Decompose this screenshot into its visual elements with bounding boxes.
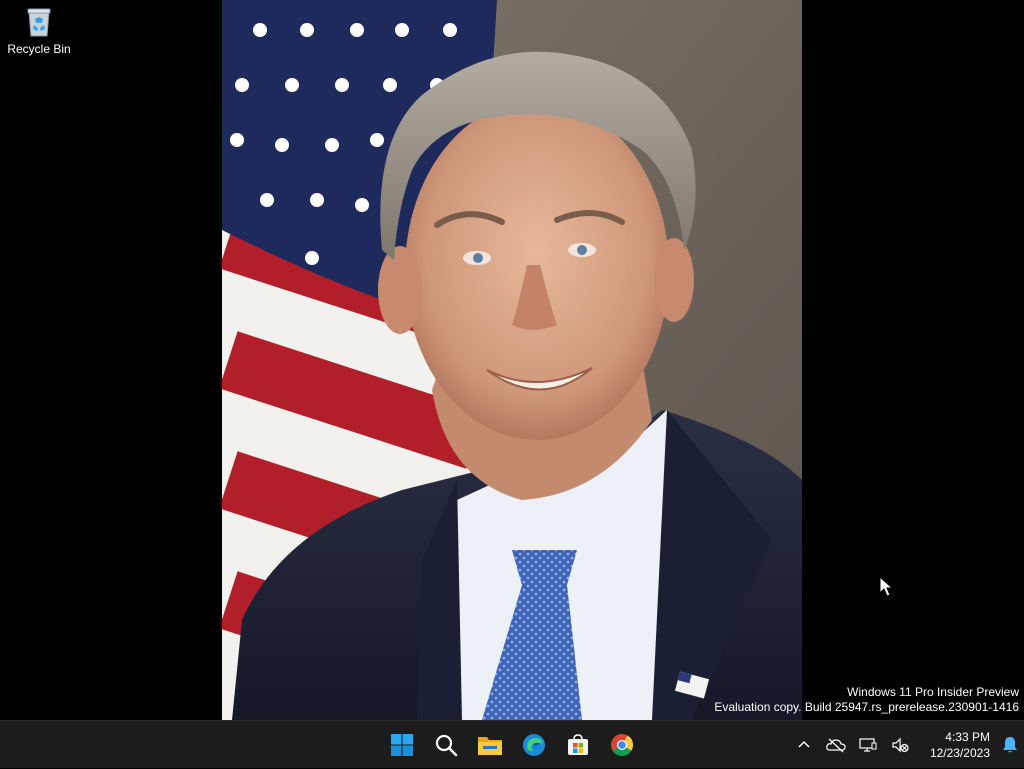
watermark-line-2: Evaluation copy. Build 25947.rs_prerelea… [714,700,1019,714]
clock-time: 4:33 PM [945,730,990,744]
edge-icon [523,734,545,756]
onedrive-offline-icon [826,738,846,753]
recycle-bin-icon [27,8,51,37]
chrome-icon [611,734,633,756]
clock-date: 12/23/2023 [929,746,990,760]
windows-start-icon [391,734,413,756]
file-explorer-icon [478,737,502,755]
start-button[interactable] [380,725,424,765]
network-button[interactable] [852,725,884,765]
volume-muted-icon [892,737,909,753]
taskbar: 4:33 PM 12/23/2023 [0,720,1024,768]
system-tray: 4:33 PM 12/23/2023 [788,721,1024,769]
desktop: Recycle Bin Windows 11 Pro Insider Previ… [0,0,1024,720]
clock[interactable]: 4:33 PM 12/23/2023 [916,725,996,765]
desktop-icon-recycle-bin[interactable]: Recycle Bin [4,4,74,62]
search-icon [435,734,458,757]
notification-bell-icon [1003,737,1017,753]
windows-watermark: Windows 11 Pro Insider Preview Evaluatio… [714,685,1019,715]
store-button[interactable] [556,725,600,765]
wallpaper-image [222,0,802,720]
recycle-bin-label: Recycle Bin [7,42,71,56]
chrome-button[interactable] [600,725,644,765]
onedrive-button[interactable] [820,725,852,765]
volume-button[interactable] [884,725,916,765]
show-hidden-icons-button[interactable] [788,725,820,765]
edge-button[interactable] [512,725,556,765]
search-button[interactable] [424,725,468,765]
notification-button[interactable] [996,725,1024,765]
network-icon [859,738,877,752]
mouse-cursor-icon [879,576,893,597]
chevron-up-icon [798,740,810,748]
store-icon [568,734,588,755]
taskbar-apps [380,721,644,769]
file-explorer-button[interactable] [468,725,512,765]
watermark-line-1: Windows 11 Pro Insider Preview [847,685,1019,699]
